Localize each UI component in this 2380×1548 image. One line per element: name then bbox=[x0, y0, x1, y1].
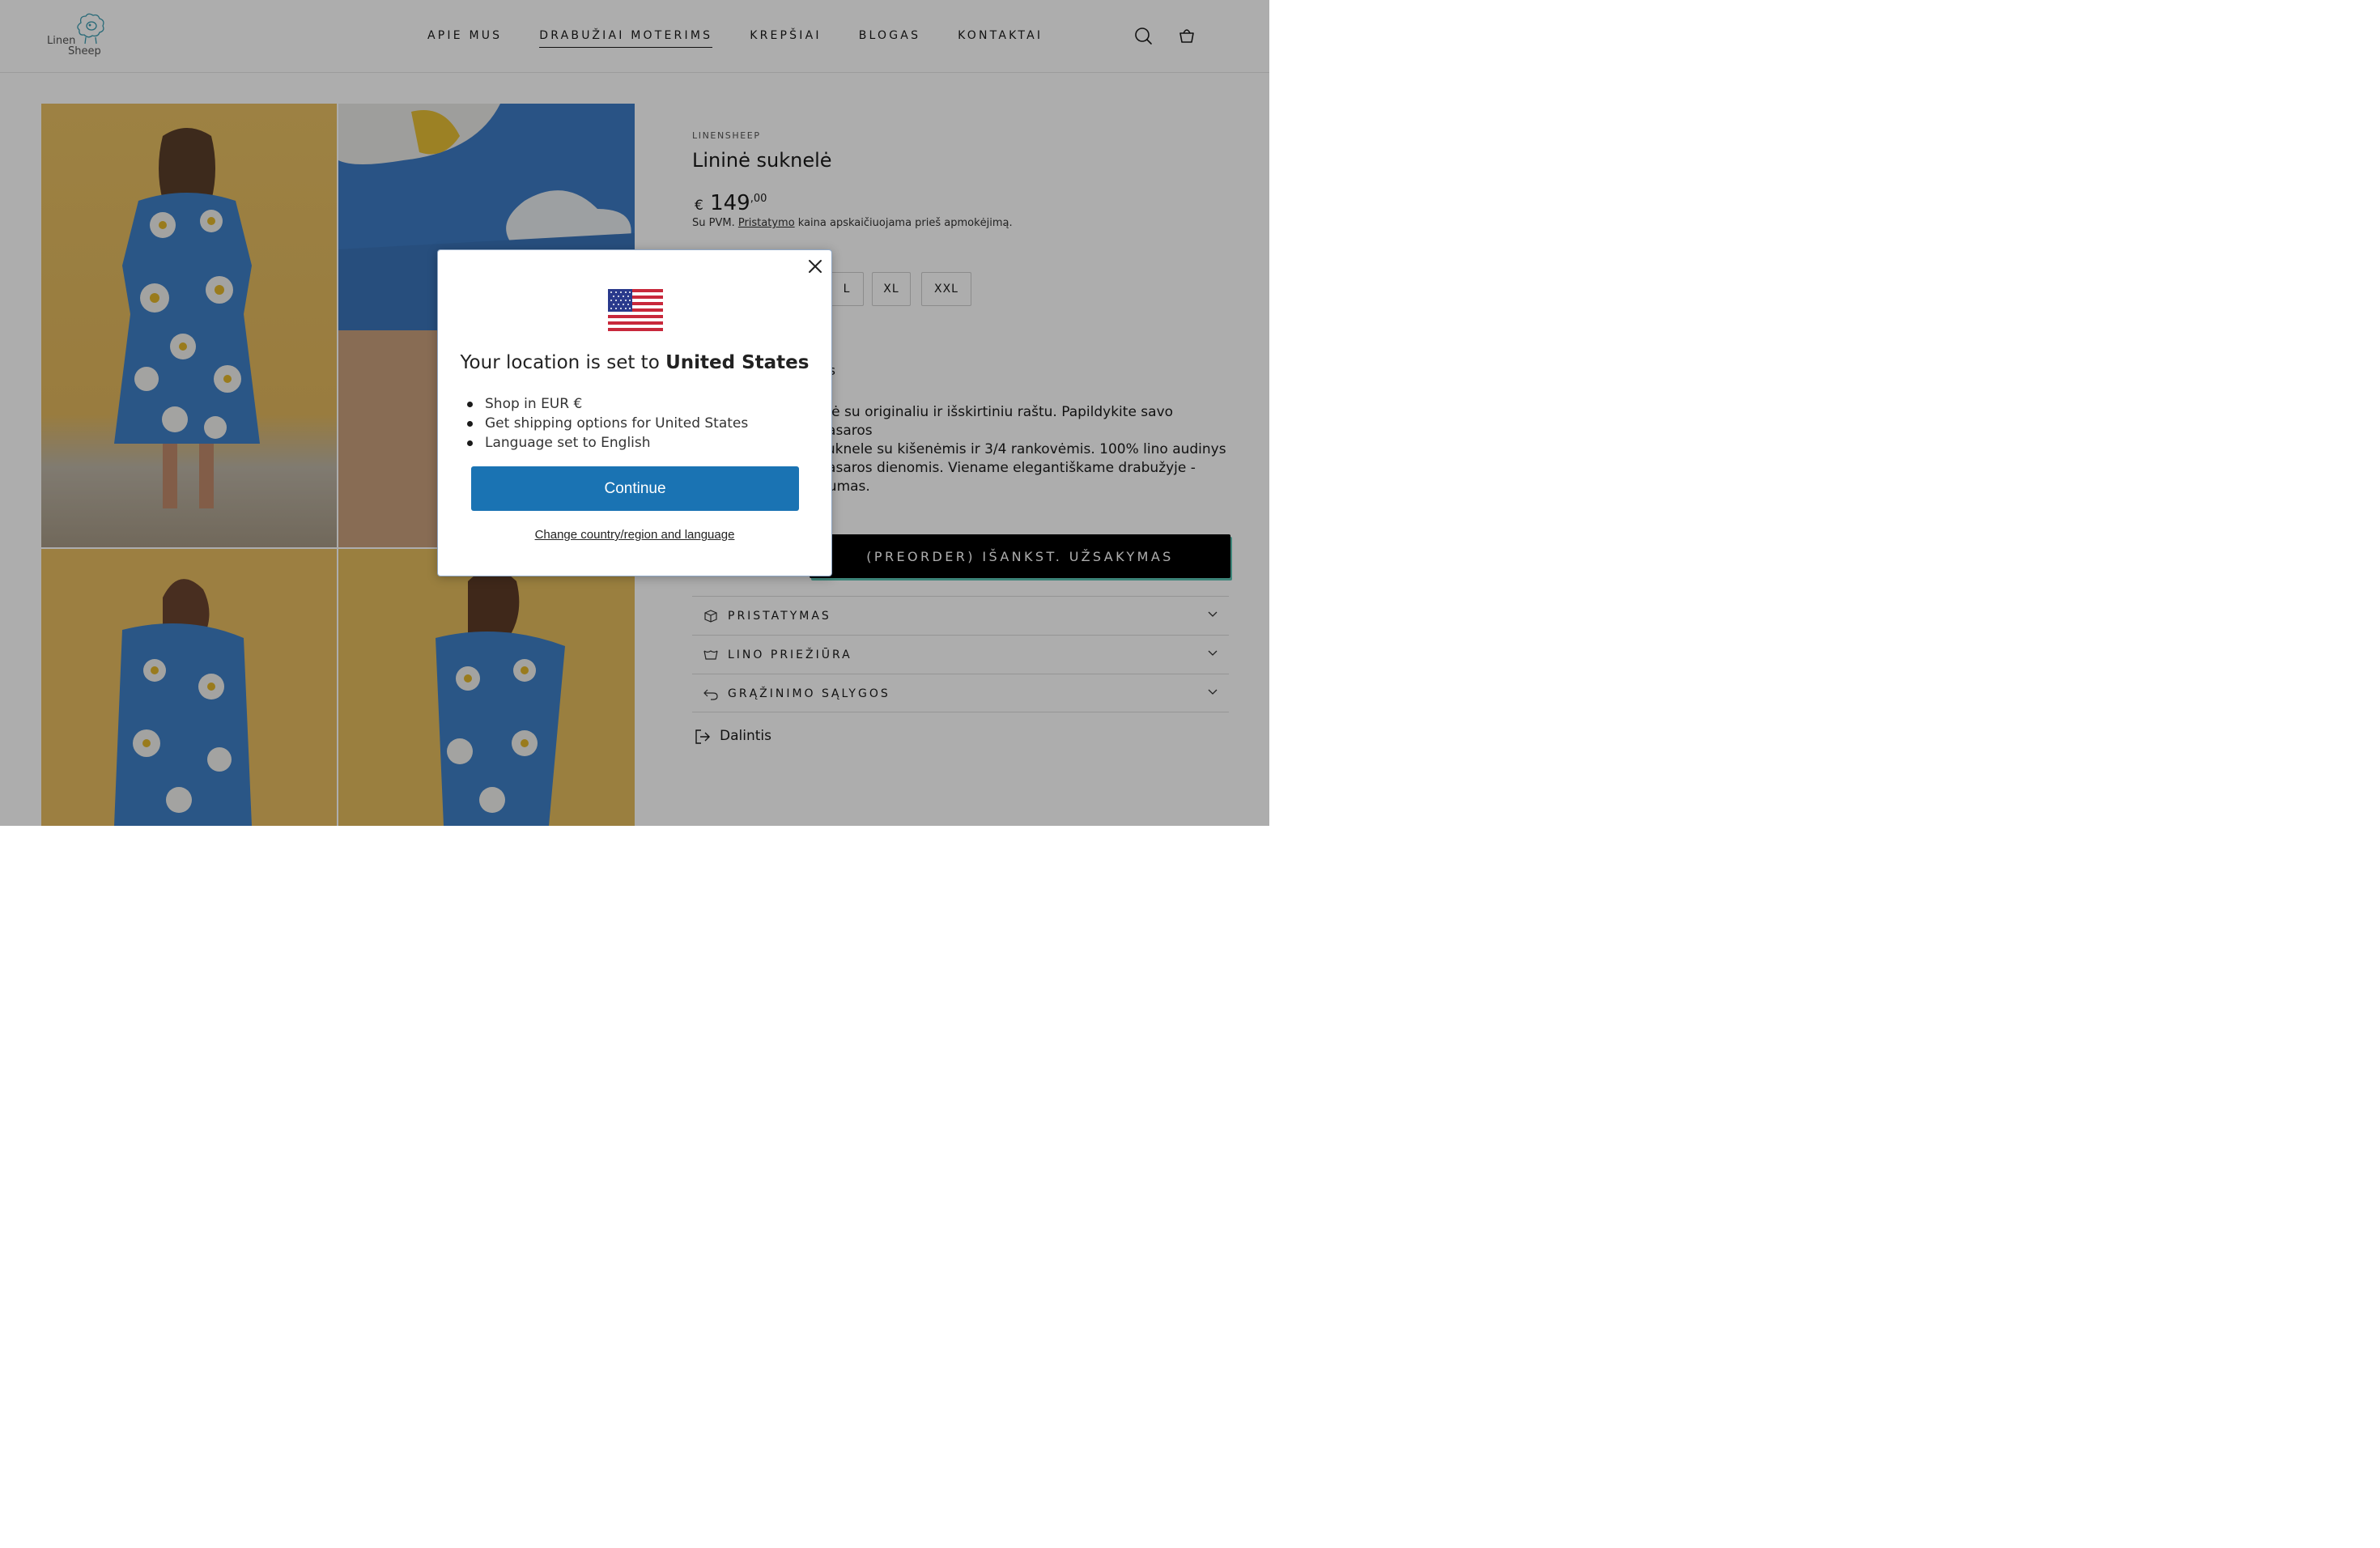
modal-title-country: United States bbox=[665, 352, 810, 373]
modal-bullet-list: Shop in EUR € Get shipping options for U… bbox=[466, 394, 749, 453]
location-modal: Your location is set to United States Sh… bbox=[437, 249, 832, 576]
us-flag-icon bbox=[608, 289, 663, 331]
modal-title: Your location is set to United States bbox=[438, 352, 831, 373]
change-country-link[interactable]: Change country/region and language bbox=[438, 528, 831, 542]
modal-title-prefix: Your location is set to bbox=[460, 352, 666, 373]
close-icon[interactable] bbox=[807, 258, 823, 274]
list-item: Shop in EUR € bbox=[466, 394, 748, 414]
list-item: Get shipping options for United States bbox=[466, 415, 749, 432]
continue-button[interactable]: Continue bbox=[471, 466, 799, 511]
list-item: Language set to English bbox=[466, 433, 748, 453]
